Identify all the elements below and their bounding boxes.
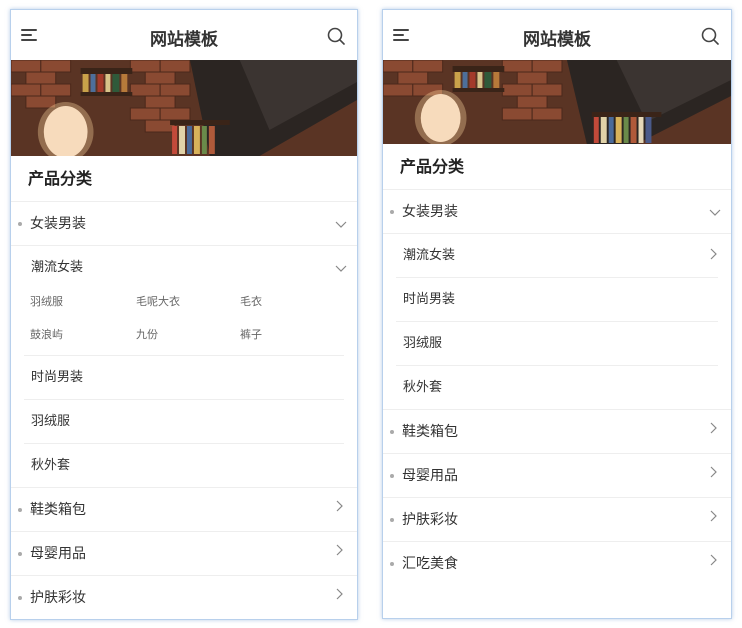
bullet-dot — [18, 596, 22, 600]
subcategory-item[interactable]: 羽绒服 — [11, 400, 357, 444]
bullet-dot — [18, 552, 22, 556]
tag-link[interactable]: 九份 — [136, 326, 158, 342]
category-item[interactable]: 护肤彩妆 — [383, 498, 731, 542]
chevron-right-icon — [336, 588, 343, 600]
chevron-right-icon — [710, 422, 717, 434]
tag-link[interactable]: 毛呢大衣 — [136, 293, 180, 309]
app-header: 网站模板 — [11, 10, 357, 60]
bullet-dot — [390, 474, 394, 478]
subcategory-label: 潮流女装 — [403, 248, 456, 263]
category-label: 母婴用品 — [402, 468, 458, 484]
bullet-dot — [390, 430, 394, 434]
category-item-expanded[interactable]: 女装男装 — [11, 202, 357, 246]
phone-screen-right: 网站模板 产品分类 女装男装 潮流女装 时尚男装 羽绒服 秋外套 鞋类箱包 母婴… — [382, 9, 732, 619]
chevron-right-icon — [710, 248, 717, 260]
subcategory-label: 羽绒服 — [31, 414, 71, 429]
chevron-down-icon — [335, 221, 347, 228]
subcategory-item[interactable]: 潮流女装 — [383, 234, 731, 278]
subcategory-item[interactable]: 时尚男装 — [11, 356, 357, 400]
bullet-dot — [390, 562, 394, 566]
category-heading: 产品分类 — [383, 144, 731, 190]
category-item[interactable]: 护肤彩妆 — [11, 576, 357, 619]
subcategory-label: 秋外套 — [31, 458, 71, 473]
subcategory-item[interactable]: 羽绒服 — [383, 322, 731, 366]
subcategory-item[interactable]: 秋外套 — [11, 444, 357, 488]
category-label: 女装男装 — [30, 216, 86, 232]
banner-image — [383, 60, 731, 144]
category-label: 汇吃美食 — [402, 556, 458, 572]
chevron-right-icon — [336, 500, 343, 512]
subcategory-item[interactable]: 秋外套 — [383, 366, 731, 410]
app-header: 网站模板 — [383, 10, 731, 60]
chevron-right-icon — [710, 554, 717, 566]
tag-grid: 羽绒服 毛呢大衣 毛衣 鼓浪屿 九份 裤子 — [24, 290, 344, 356]
subcategory-item-expanded[interactable]: 潮流女装 — [11, 246, 357, 290]
search-icon[interactable] — [327, 27, 345, 45]
bullet-dot — [390, 518, 394, 522]
category-item[interactable]: 汇吃美食 — [383, 542, 731, 586]
chevron-down-icon — [709, 209, 721, 216]
chevron-right-icon — [710, 466, 717, 478]
tag-link[interactable]: 鼓浪屿 — [30, 326, 63, 342]
category-label: 护肤彩妆 — [402, 512, 458, 528]
chevron-right-icon — [336, 544, 343, 556]
page-title: 网站模板 — [523, 30, 591, 50]
category-label: 女装男装 — [402, 204, 458, 220]
bullet-dot — [390, 210, 394, 214]
category-item-expanded[interactable]: 女装男装 — [383, 190, 731, 234]
chevron-down-icon — [335, 265, 347, 272]
subcategory-label: 秋外套 — [403, 380, 443, 395]
chevron-right-icon — [710, 510, 717, 522]
category-item[interactable]: 鞋类箱包 — [11, 488, 357, 532]
category-label: 鞋类箱包 — [30, 502, 86, 518]
page-title: 网站模板 — [150, 30, 218, 50]
category-label: 母婴用品 — [30, 546, 86, 562]
tag-link[interactable]: 毛衣 — [240, 293, 262, 309]
bullet-dot — [18, 222, 22, 226]
phone-screen-left: 网站模板 产品分类 女装男装 潮流女装 羽绒服 毛呢大衣 毛衣 鼓浪屿 九份 裤… — [10, 9, 358, 620]
category-item[interactable]: 母婴用品 — [11, 532, 357, 576]
subcategory-item[interactable]: 时尚男装 — [383, 278, 731, 322]
search-icon[interactable] — [701, 27, 719, 45]
category-label: 护肤彩妆 — [30, 590, 86, 606]
banner-image — [11, 60, 357, 156]
subcategory-label: 羽绒服 — [403, 336, 443, 351]
subcategory-label: 时尚男装 — [403, 292, 456, 307]
category-label: 鞋类箱包 — [402, 424, 458, 440]
category-item[interactable]: 母婴用品 — [383, 454, 731, 498]
category-heading: 产品分类 — [11, 156, 357, 202]
subcategory-label: 时尚男装 — [31, 370, 84, 385]
tag-link[interactable]: 裤子 — [240, 326, 262, 342]
category-item[interactable]: 鞋类箱包 — [383, 410, 731, 454]
subcategory-label: 潮流女装 — [31, 260, 84, 275]
tag-link[interactable]: 羽绒服 — [30, 293, 63, 309]
bullet-dot — [18, 508, 22, 512]
